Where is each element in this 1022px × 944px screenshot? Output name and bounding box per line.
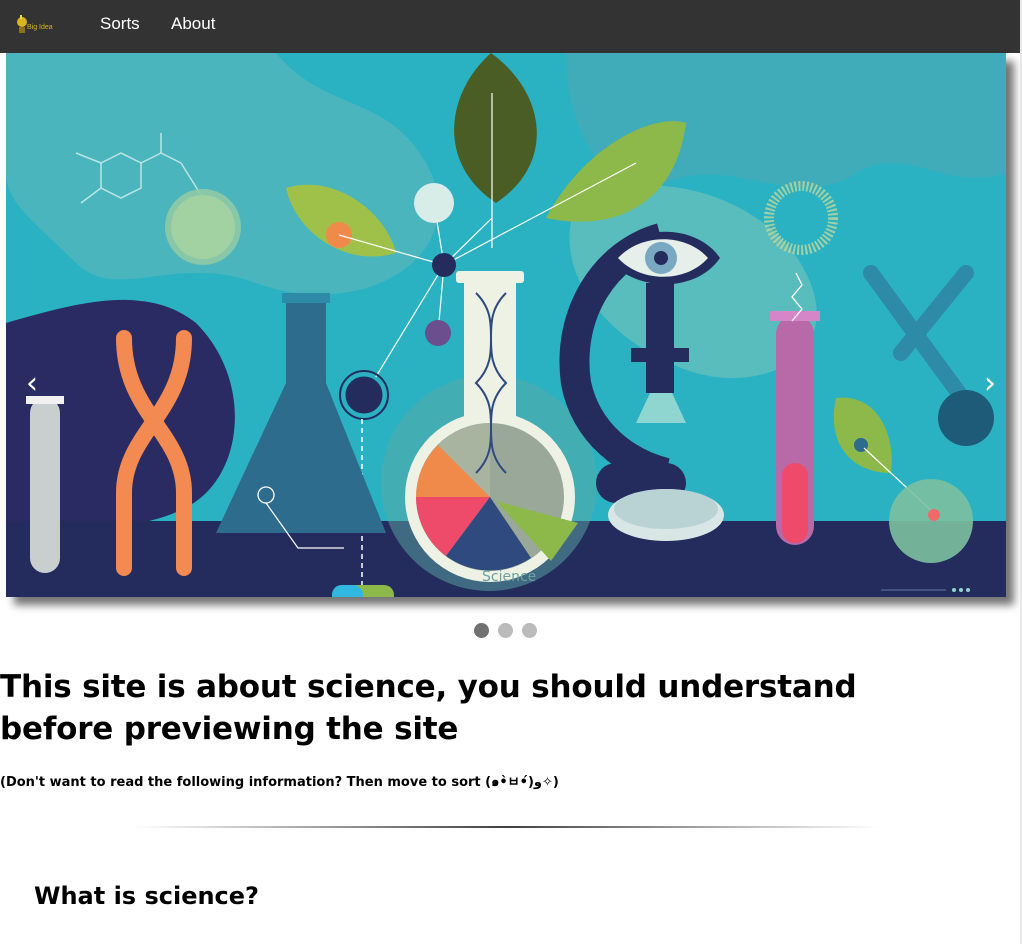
flask-caption: Science [482,569,536,585]
carousel-dot-2[interactable] [498,623,513,638]
carousel-prev-button[interactable]: ‹ [26,369,38,399]
nav-link-sorts[interactable]: Sorts [100,14,140,34]
carousel-dot-3[interactable] [522,623,537,638]
skip-notice: (Don't want to read the following inform… [0,775,559,790]
page-headline: This site is about science, you should u… [0,669,857,747]
image-carousel: Science ‹ › [6,53,1006,597]
carousel-dot-1[interactable] [474,623,489,638]
carousel-next-button[interactable]: › [984,369,996,399]
navbar: Big Idea Sorts About [0,0,1020,53]
science-illustration: Science [6,53,1006,597]
section-title-what-is-science: What is science? [34,882,259,910]
nav-link-about[interactable]: About [171,14,215,34]
logo-text: Big Idea [27,24,53,31]
section-divider [135,826,880,828]
carousel-indicators [474,623,537,638]
